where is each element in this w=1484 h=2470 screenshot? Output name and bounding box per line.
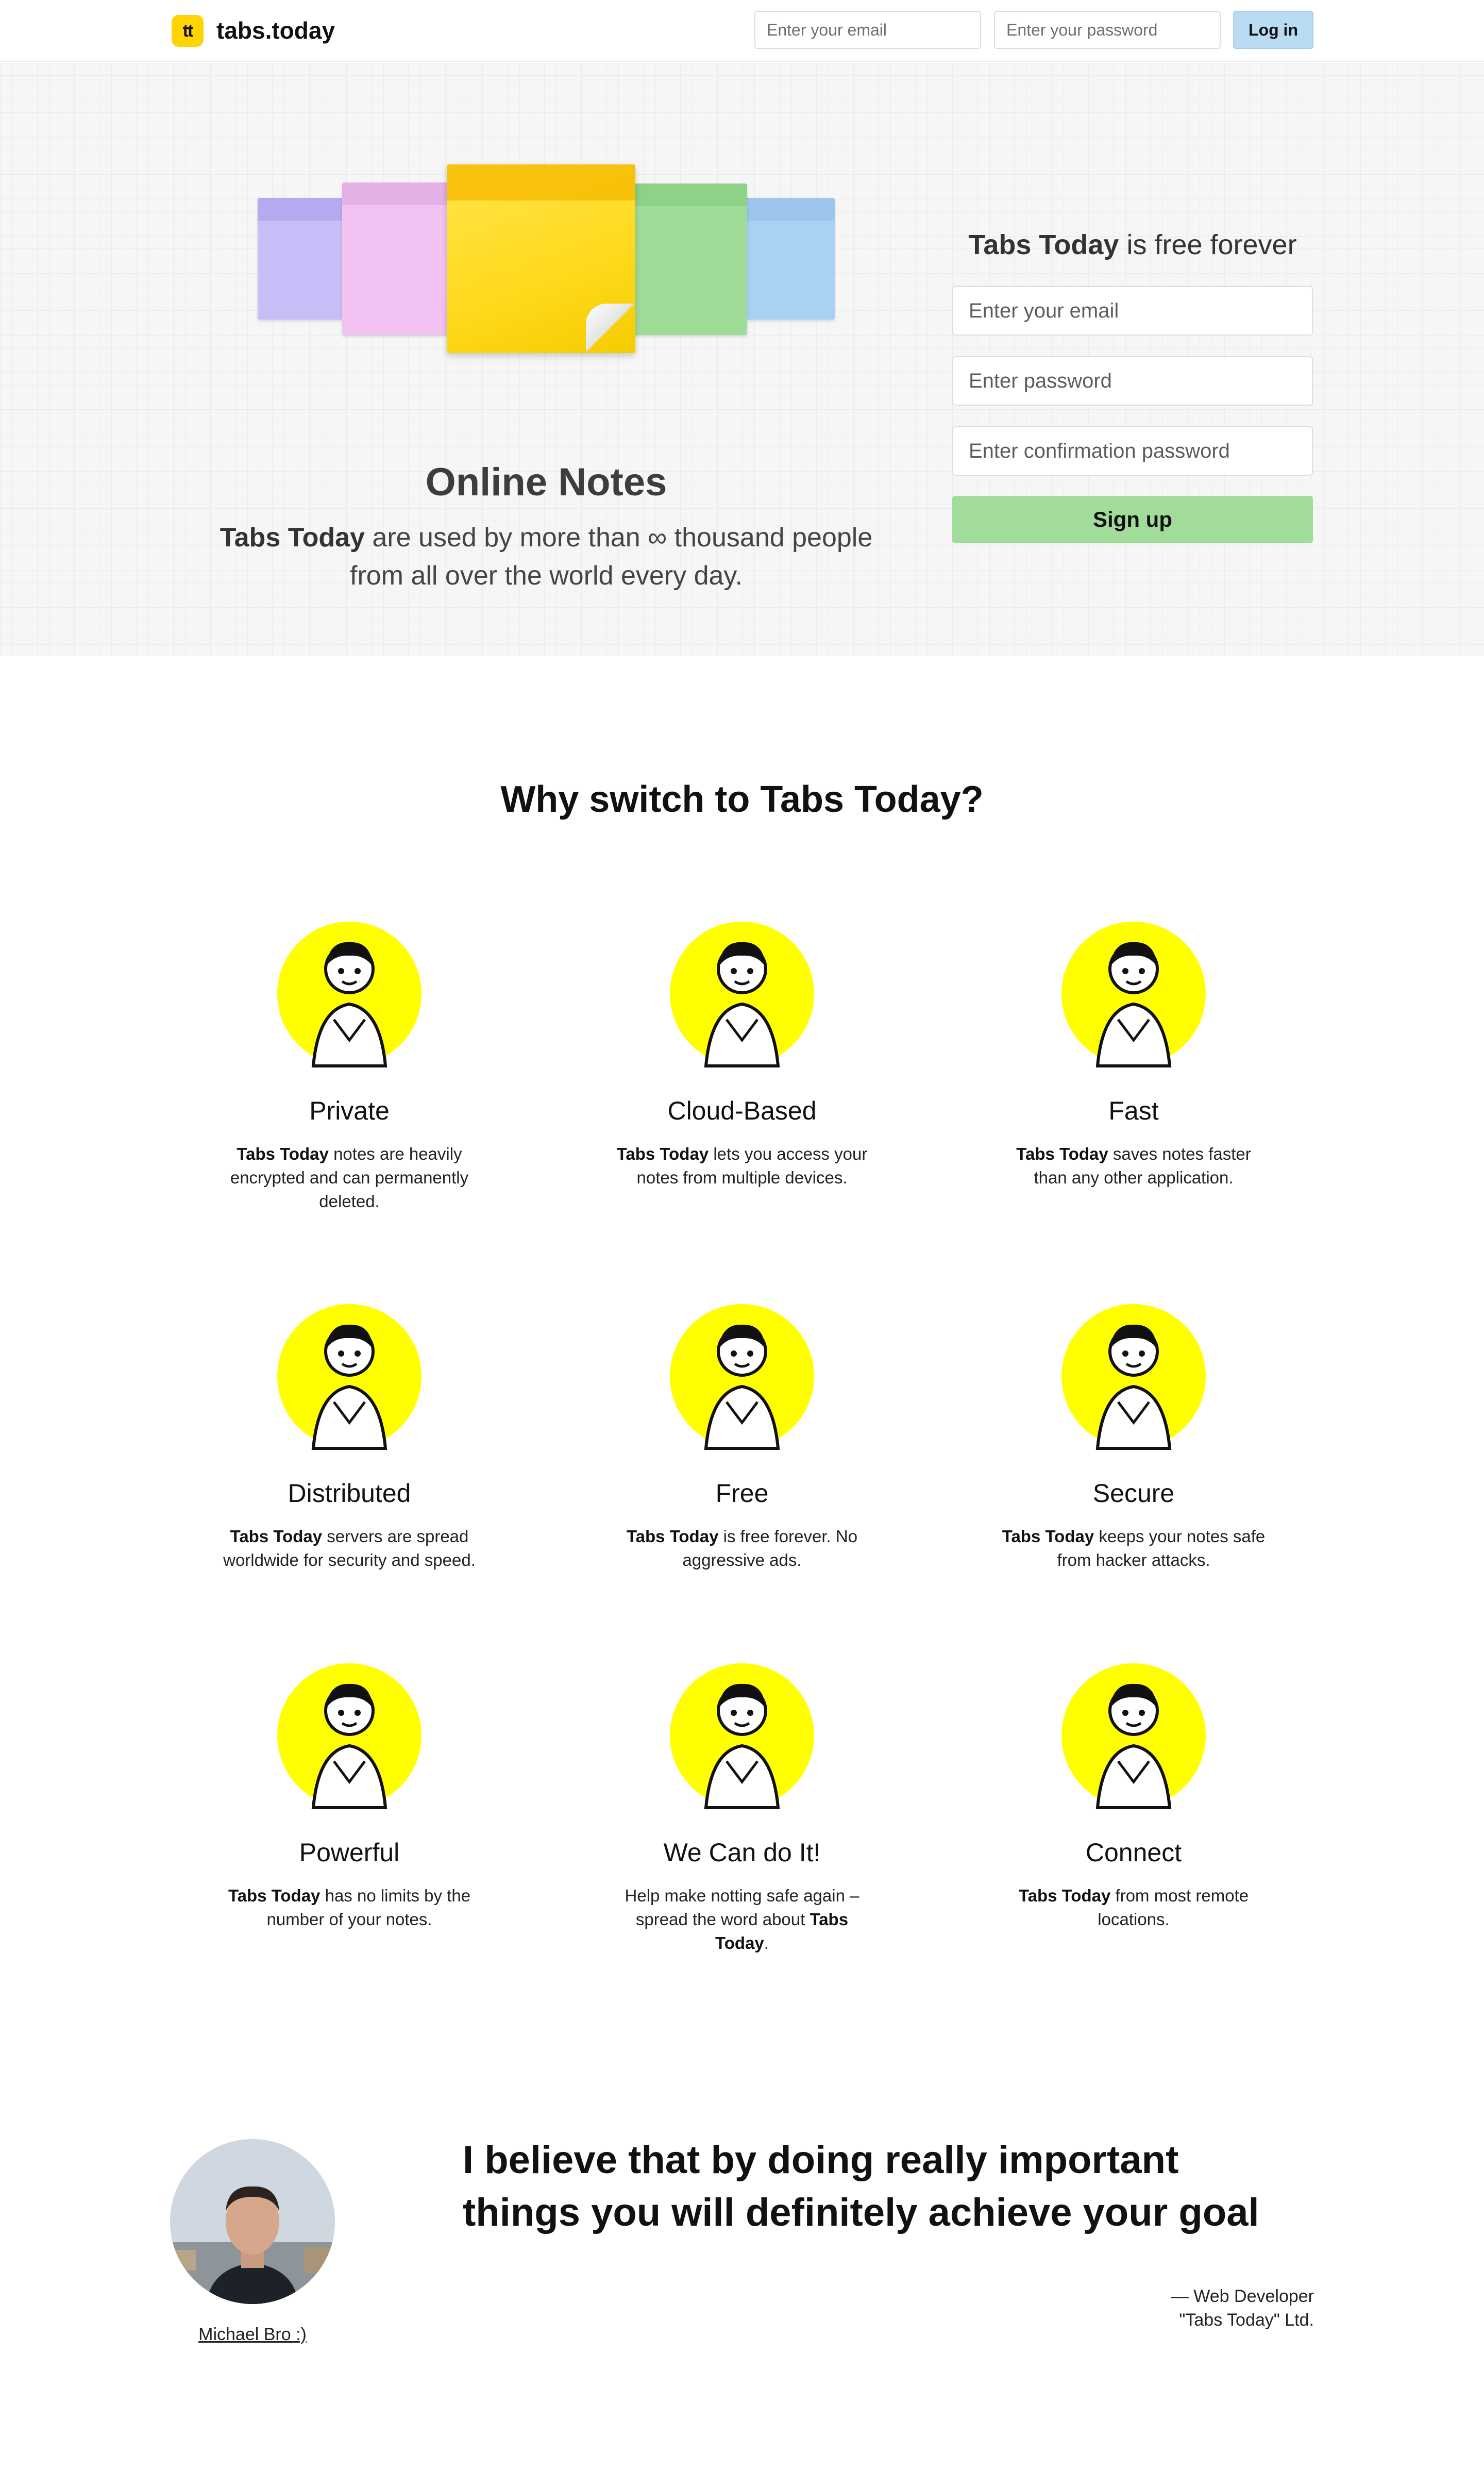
feature-title: Powerful	[299, 1838, 400, 1867]
top-navbar: tt tabs.today Log in	[0, 0, 1484, 62]
header-email-input[interactable]	[754, 11, 981, 49]
feature-description: Tabs Today from most remote locations.	[1000, 1884, 1268, 1931]
feature-desc-brand: Tabs Today	[230, 1527, 323, 1546]
feature-desc-brand: Tabs Today	[616, 1144, 709, 1163]
feature-desc-brand: Tabs Today	[228, 1886, 321, 1905]
feature-description: Tabs Today saves notes faster than any o…	[1000, 1142, 1268, 1190]
feature-desc-brand: Tabs Today	[626, 1527, 719, 1546]
connect-illustration-icon	[1056, 1653, 1211, 1813]
attribution-role: — Web Developer	[1171, 2287, 1314, 2306]
attribution-company: "Tabs Today" Ltd.	[1179, 2310, 1314, 2330]
feature-description: Tabs Today notes are heavily encrypted a…	[215, 1142, 483, 1213]
signup-email-input[interactable]	[952, 286, 1313, 336]
feature-description: Tabs Today is free forever. No aggressiv…	[608, 1525, 876, 1572]
signup-button[interactable]: Sign up	[952, 496, 1313, 543]
feature-description: Tabs Today lets you access your notes fr…	[608, 1142, 876, 1190]
megaphone-illustration-icon	[665, 1653, 819, 1813]
secure-illustration-icon	[1056, 1294, 1211, 1454]
feature-title: Cloud-Based	[667, 1096, 817, 1125]
header-password-input[interactable]	[994, 11, 1221, 49]
feature-description: Tabs Today keeps your notes safe from ha…	[1000, 1525, 1268, 1572]
sticky-note-pink	[342, 182, 456, 335]
quote-line-2: things you will definitely achieve your …	[463, 2191, 1259, 2234]
signup-confirm-password-input[interactable]	[952, 426, 1313, 476]
distributed-illustration-icon	[272, 1294, 427, 1454]
feature-title: Free	[715, 1479, 769, 1508]
logo-icon[interactable]: tt	[172, 15, 204, 47]
hero-title: Online Notes	[425, 460, 667, 504]
brand-name[interactable]: tabs.today	[216, 14, 335, 46]
features-title: Why switch to Tabs Today?	[500, 779, 984, 820]
fast-car-illustration-icon	[1056, 911, 1211, 1071]
free-illustration-icon	[665, 1294, 819, 1454]
feature-title: Private	[309, 1096, 390, 1125]
feature-title: Distributed	[288, 1479, 411, 1508]
avatar-photo-icon	[170, 2139, 335, 2304]
feature-desc-brand: Tabs Today	[1018, 1886, 1111, 1905]
feature-title: Connect	[1085, 1838, 1182, 1867]
powerful-illustration-icon	[272, 1653, 427, 1813]
feature-description: Tabs Today has no limits by the number o…	[215, 1884, 483, 1931]
testimonial-quote: I believe that by doing really important…	[463, 2134, 1339, 2239]
feature-desc-text-end: .	[764, 1933, 769, 1952]
signup-password-input[interactable]	[952, 356, 1313, 406]
cloud-illustration-icon	[665, 911, 819, 1071]
feature-desc-brand: Tabs Today	[1016, 1144, 1108, 1163]
feature-desc-text: from most remote locations.	[1098, 1886, 1249, 1929]
sticky-note-blue	[734, 198, 835, 320]
quote-line-1: I believe that by doing really important	[463, 2138, 1179, 2182]
private-illustration-icon	[272, 911, 427, 1071]
quote-attribution: — Web Developer "Tabs Today" Ltd.	[979, 2284, 1314, 2332]
page-curl-icon	[586, 304, 635, 353]
feature-desc-brand: Tabs Today	[1002, 1527, 1094, 1546]
feature-description: Help make notting safe again – spread th…	[608, 1884, 876, 1955]
signup-title-brand: Tabs Today	[968, 229, 1119, 260]
signup-title: Tabs Today is free forever	[952, 229, 1313, 261]
feature-title: Fast	[1108, 1096, 1159, 1125]
feature-title: We Can do It!	[663, 1838, 821, 1867]
signup-title-rest: is free forever	[1119, 229, 1297, 260]
sticky-note-green	[621, 183, 747, 335]
author-avatar	[170, 2139, 335, 2304]
feature-title: Secure	[1092, 1479, 1175, 1508]
hero-section: Online Notes Tabs Today are used by more…	[0, 63, 1484, 656]
hero-sub-line1: are used by more than ∞ thousand people	[364, 523, 873, 553]
sticky-note-yellow	[447, 164, 635, 353]
hero-sub-line2: from all over the world every day.	[350, 561, 743, 591]
author-link[interactable]: Michael Bro :)	[170, 2325, 335, 2345]
feature-desc-brand: Tabs Today	[237, 1144, 329, 1163]
hero-sub-brand: Tabs Today	[220, 523, 365, 553]
hero-subtitle: Tabs Today are used by more than ∞ thous…	[175, 519, 917, 595]
feature-description: Tabs Today servers are spread worldwide …	[215, 1525, 483, 1572]
login-button[interactable]: Log in	[1233, 11, 1313, 49]
logo-mark-text: tt	[182, 21, 194, 41]
